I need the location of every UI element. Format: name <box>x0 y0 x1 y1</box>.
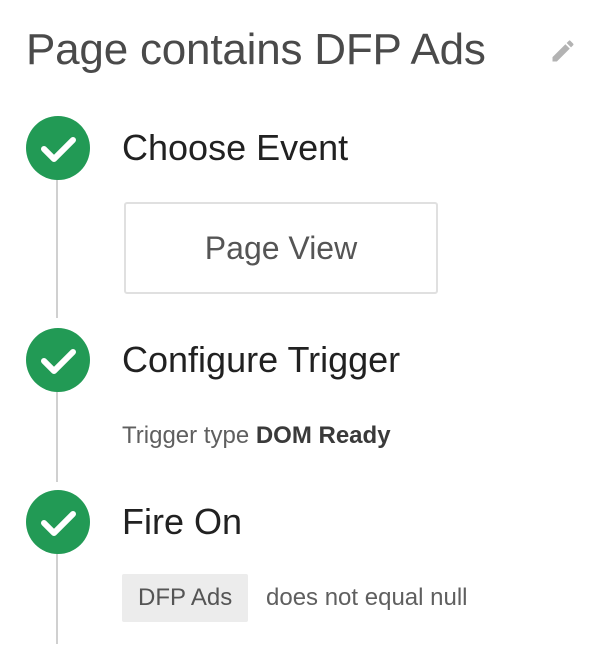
step-title-choose-event: Choose Event <box>122 127 349 168</box>
timeline-connector <box>56 390 58 482</box>
timeline-connector <box>56 552 58 644</box>
condition-operator-text: does not equal null <box>266 584 468 611</box>
step-complete-check-icon <box>26 116 90 180</box>
event-selector-button[interactable]: Page View <box>124 202 438 294</box>
step-title-fire-on: Fire On <box>122 501 243 542</box>
trigger-type-value: DOM Ready <box>255 422 391 449</box>
event-value: Page View <box>204 229 358 266</box>
step-complete-check-icon <box>26 328 90 392</box>
pencil-icon[interactable] <box>549 37 577 65</box>
step-complete-check-icon <box>26 490 90 554</box>
step-title-configure-trigger: Configure Trigger <box>122 339 401 380</box>
variable-chip: DFP Ads <box>122 574 249 622</box>
timeline-connector <box>56 178 58 318</box>
trigger-type-text: Trigger type DOM Ready <box>122 420 391 452</box>
page-title: Page contains DFP Ads <box>26 25 486 74</box>
trigger-type-label: Trigger type <box>122 422 250 449</box>
